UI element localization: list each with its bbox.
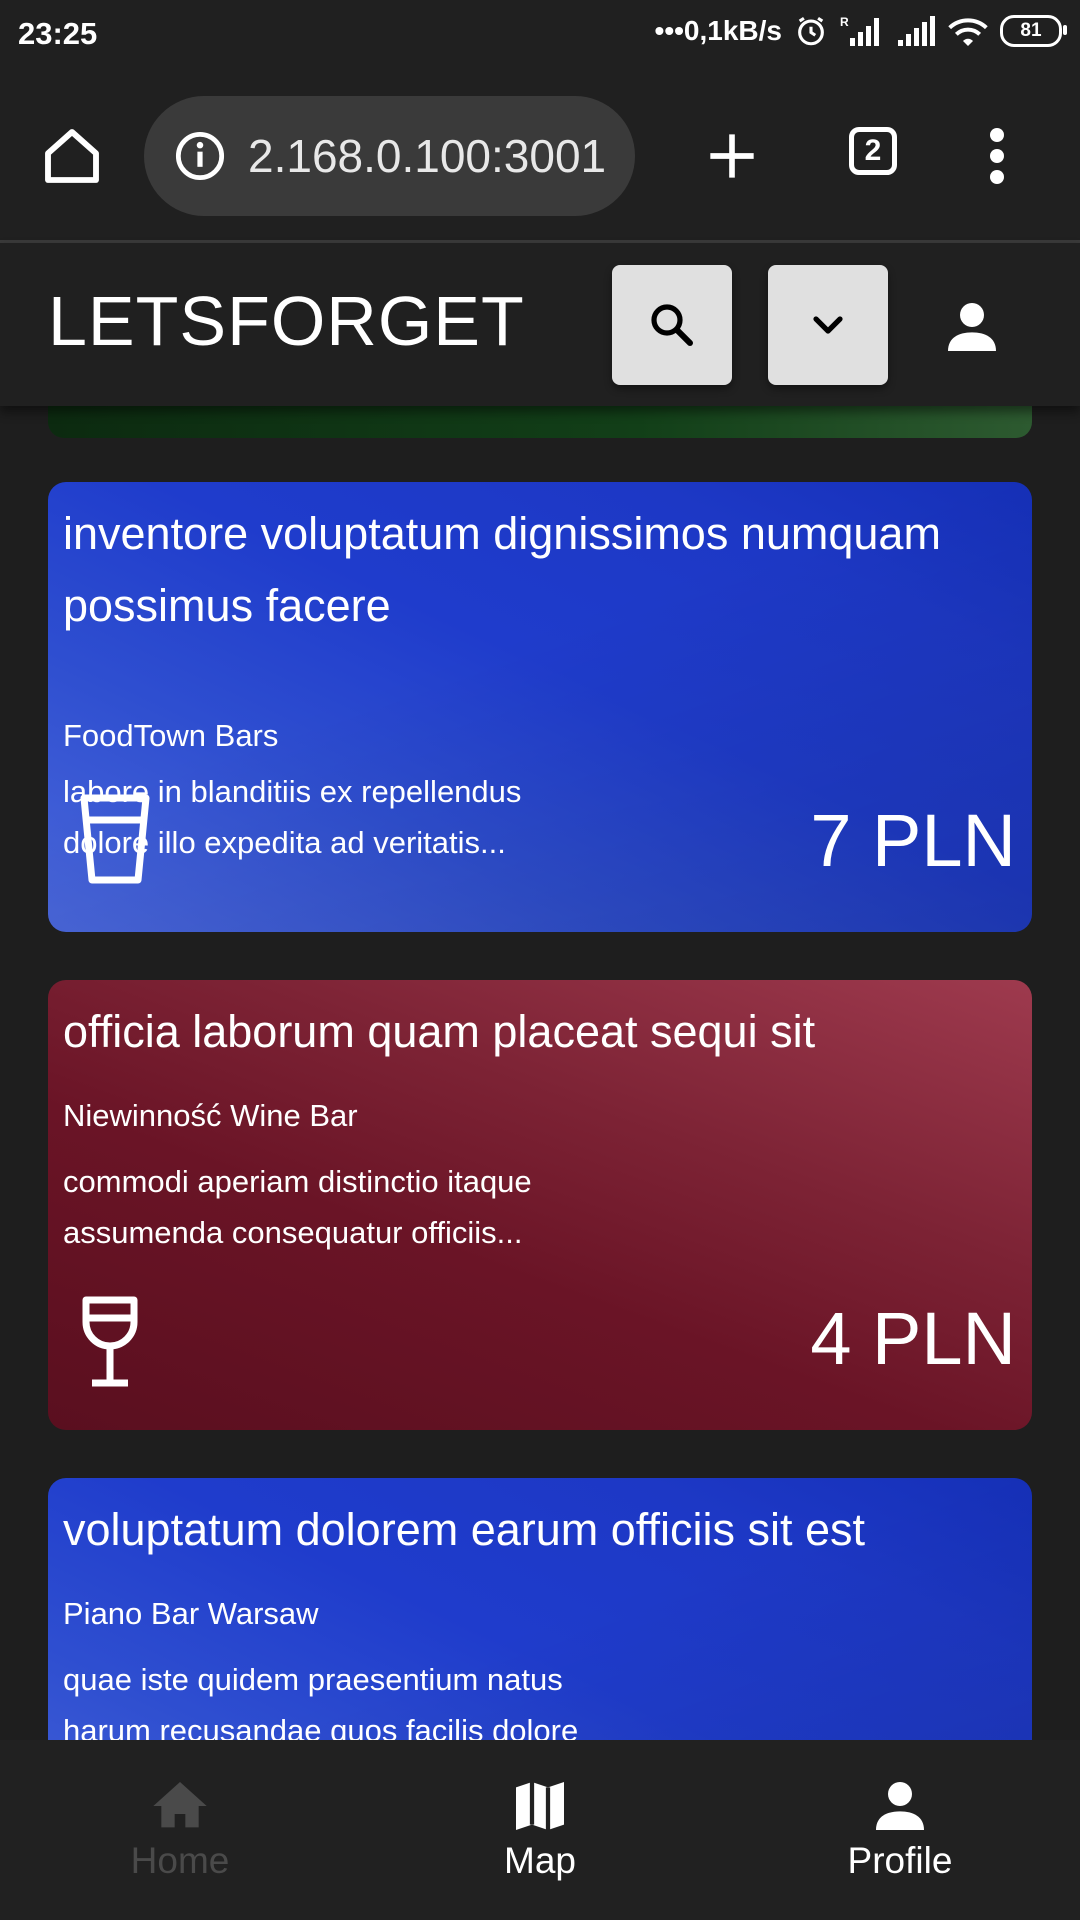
- nav-profile-label: Profile: [847, 1840, 953, 1881]
- offer-title: voluptatum dolorem earum officiis sit es…: [63, 1504, 866, 1555]
- app-header: LETSFORGET: [0, 243, 1080, 406]
- offer-description-line: quae iste quidem praesentium natus: [63, 1662, 563, 1697]
- nav-home[interactable]: Home: [0, 1740, 360, 1920]
- status-bar: 23:25 •••0,1kB/s R 81: [0, 0, 1080, 72]
- glass-icon: [80, 794, 150, 884]
- offer-description: quae iste quidem praesentium natus harum…: [63, 1654, 963, 1740]
- more-menu-icon[interactable]: [985, 128, 1009, 184]
- search-icon: [651, 304, 693, 346]
- app-logo-text[interactable]: LETSFORGET: [48, 281, 525, 361]
- bottom-navigation: Home Map Profile: [0, 1740, 1080, 1920]
- new-tab-icon[interactable]: [706, 130, 758, 182]
- offer-price: 4 PLN: [810, 1297, 1016, 1380]
- browser-home-icon[interactable]: [40, 124, 104, 188]
- offer-title: officia laborum quam placeat sequi sit: [63, 1006, 816, 1057]
- url-text[interactable]: 2.168.0.100:3001: [248, 129, 606, 183]
- signal-roaming-icon: R: [840, 15, 879, 46]
- battery-icon: 81: [1000, 15, 1067, 47]
- offer-description: commodi aperiam distinctio itaque assume…: [63, 1156, 963, 1258]
- address-bar[interactable]: 2.168.0.100:3001: [144, 96, 635, 216]
- svg-text:R: R: [840, 15, 849, 29]
- home-icon: [153, 1782, 207, 1828]
- account-icon[interactable]: [940, 295, 1004, 359]
- offer-title: inventore voluptatum dignissimos numquam…: [63, 508, 941, 631]
- signal-icon: [898, 16, 935, 46]
- tab-count: 2: [864, 134, 882, 167]
- alarm-icon: [798, 16, 824, 46]
- search-button[interactable]: [612, 265, 732, 385]
- map-icon: [516, 1782, 564, 1830]
- nav-map-label: Map: [504, 1840, 576, 1881]
- status-time: 23:25: [18, 16, 98, 51]
- network-speed: •••0,1kB/s: [654, 15, 782, 46]
- nav-profile[interactable]: Profile: [720, 1740, 1080, 1920]
- browser-toolbar: 2.168.0.100:3001 2: [0, 72, 1080, 243]
- offers-feed[interactable]: inventore voluptatum dignissimos numquam…: [0, 406, 1080, 1740]
- offer-price: 7 PLN: [810, 799, 1016, 882]
- nav-map[interactable]: Map: [360, 1740, 720, 1920]
- person-icon: [876, 1782, 924, 1830]
- chevron-down-icon: [813, 316, 843, 334]
- offer-description-line: harum recusandae quos facilis dolore: [63, 1713, 579, 1740]
- offer-card[interactable]: inventore voluptatum dignissimos numquam…: [48, 482, 1032, 932]
- offer-card-partial[interactable]: [48, 406, 1032, 438]
- filter-dropdown-button[interactable]: [768, 265, 888, 385]
- offer-venue: Niewinność Wine Bar: [63, 1098, 358, 1133]
- offer-description-line: assumenda consequatur officiis...: [63, 1215, 523, 1250]
- offer-venue: Piano Bar Warsaw: [63, 1596, 319, 1631]
- info-icon[interactable]: [174, 130, 226, 182]
- wine-glass-icon: [82, 1296, 138, 1387]
- tab-switcher-button[interactable]: 2: [849, 127, 897, 175]
- offer-card[interactable]: officia laborum quam placeat sequi sit N…: [48, 980, 1032, 1430]
- battery-level: 81: [1020, 20, 1042, 41]
- offer-description-line: commodi aperiam distinctio itaque: [63, 1164, 532, 1199]
- nav-home-label: Home: [130, 1840, 230, 1881]
- status-indicators: •••0,1kB/s R 81: [654, 14, 1067, 48]
- offer-card[interactable]: voluptatum dolorem earum officiis sit es…: [48, 1478, 1032, 1740]
- wifi-icon: [948, 18, 988, 46]
